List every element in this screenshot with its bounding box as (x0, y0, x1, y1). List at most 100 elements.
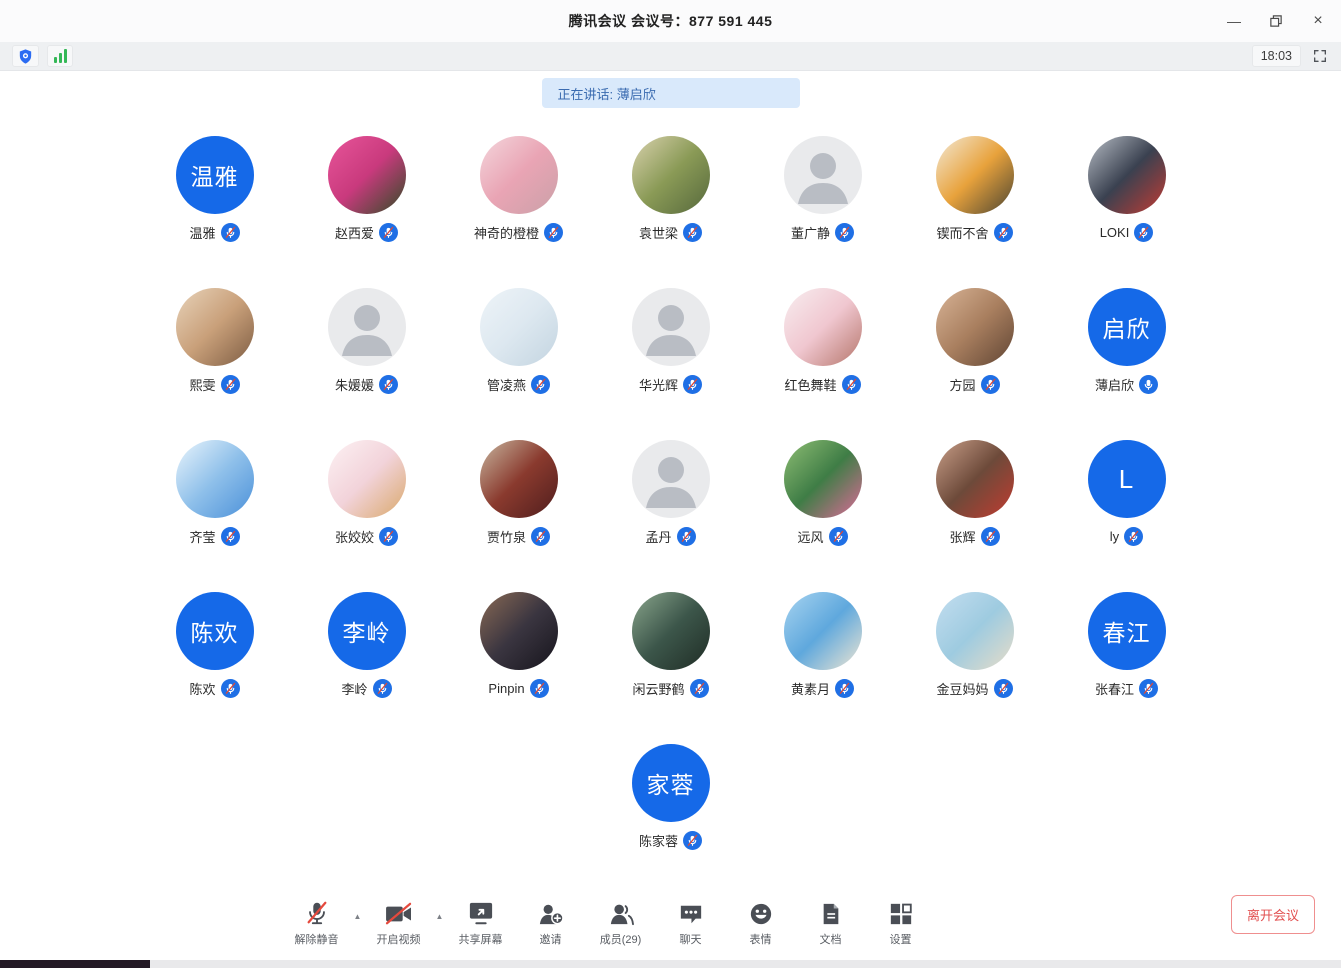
participant-tile[interactable]: 李岭李岭 (291, 592, 443, 698)
participant-tile[interactable]: 陈欢陈欢 (139, 592, 291, 698)
participant-name-row: 赵西爱 (335, 222, 398, 242)
network-quality-chip[interactable] (47, 45, 73, 67)
participant-name-row: 红色舞鞋 (784, 374, 860, 394)
participant-tile[interactable]: Pinpin (443, 592, 595, 698)
participant-row: 温雅温雅赵西爱神奇的橙橙袁世梁董广静锲而不舍LOKI (0, 136, 1341, 242)
participant-grid: 温雅温雅赵西爱神奇的橙橙袁世梁董广静锲而不舍LOKI熙雯朱媛媛管凌燕华光辉红色舞… (0, 136, 1341, 850)
participant-tile[interactable]: LOKI (1051, 136, 1203, 242)
participant-name-row: 朱媛媛 (335, 374, 398, 394)
meeting-health-chip[interactable] (12, 45, 39, 67)
avatar-photo (784, 592, 862, 670)
toolbar-docs-button[interactable]: 文档 (801, 898, 861, 947)
participant-tile[interactable]: 贾竹泉 (443, 440, 595, 546)
participant-tile[interactable]: 黄素月 (747, 592, 899, 698)
mic-muted-icon (1124, 527, 1143, 546)
avatar-initials: 春江 (1088, 592, 1166, 670)
participant-name-row: 远风 (797, 526, 847, 546)
participant-tile[interactable]: 张辉 (899, 440, 1051, 546)
participant-tile[interactable]: 方园 (899, 288, 1051, 394)
avatar-photo (936, 440, 1014, 518)
members-icon (608, 898, 634, 926)
participant-tile[interactable]: 朱媛媛 (291, 288, 443, 394)
toolbar-emoji-button[interactable]: 表情 (731, 898, 791, 947)
participant-name: 齐莹 (189, 527, 215, 546)
meeting-toolbar-area: 解除静音 ▲ 开启视频 ▲ 共享屏幕 邀请成员(29)聊天表情 文档设置 离开会议 (0, 898, 1341, 954)
participant-name: 华光辉 (639, 375, 678, 394)
participant-name: 黄素月 (791, 679, 830, 698)
participant-name: 李岭 (341, 679, 367, 698)
participant-tile[interactable]: 启欣薄启欣 (1051, 288, 1203, 394)
participant-name-row: 神奇的橙橙 (474, 222, 563, 242)
participant-tile[interactable]: 管凌燕 (443, 288, 595, 394)
toolbar-start-video-button[interactable]: 开启视频 (369, 898, 429, 947)
participant-tile[interactable]: 张姣姣 (291, 440, 443, 546)
participant-tile[interactable]: 红色舞鞋 (747, 288, 899, 394)
participant-tile[interactable]: 华光辉 (595, 288, 747, 394)
toolbar-invite-button[interactable]: 邀请 (521, 898, 581, 947)
participant-tile[interactable]: 孟丹 (595, 440, 747, 546)
participant-name-row: 温雅 (189, 222, 239, 242)
avatar-initials: 启欣 (1088, 288, 1166, 366)
avatar-photo (176, 440, 254, 518)
participant-tile[interactable]: 赵西爱 (291, 136, 443, 242)
unmute-options-caret-icon[interactable]: ▲ (352, 912, 364, 921)
participant-name-row: 闲云野鹤 (632, 678, 708, 698)
window-controls: — × (1225, 0, 1327, 42)
toolbar-unmute-button[interactable]: 解除静音 (287, 898, 347, 947)
participant-name: 管凌燕 (487, 375, 526, 394)
participant-name-row: ly (1110, 526, 1143, 546)
mic-muted-icon (221, 223, 240, 242)
mic-muted-icon (221, 527, 240, 546)
toolbar-settings-button[interactable]: 设置 (871, 898, 931, 947)
avatar-photo (784, 440, 862, 518)
toolbar-members-button[interactable]: 成员(29) (591, 898, 651, 947)
participant-tile[interactable]: 温雅温雅 (139, 136, 291, 242)
participant-name: 张辉 (949, 527, 975, 546)
participant-tile[interactable]: 闲云野鹤 (595, 592, 747, 698)
toolbar-chat-button[interactable]: 聊天 (661, 898, 721, 947)
participant-tile[interactable]: 神奇的橙橙 (443, 136, 595, 242)
participant-tile[interactable]: 熙雯 (139, 288, 291, 394)
invite-icon (537, 898, 564, 926)
mic-muted-icon (683, 831, 702, 850)
toolbar-item-label: 设置 (890, 931, 912, 947)
toolbar-item-label: 共享屏幕 (459, 931, 503, 947)
mic-muted-icon (683, 223, 702, 242)
restore-button[interactable] (1267, 12, 1285, 30)
participant-tile[interactable]: 董广静 (747, 136, 899, 242)
avatar-initials: 家蓉 (632, 744, 710, 822)
window-titlebar: 腾讯会议 会议号：877 591 445 — × (0, 0, 1341, 42)
fullscreen-icon (1312, 48, 1328, 64)
participant-name: 袁世梁 (639, 223, 678, 242)
close-button[interactable]: × (1309, 12, 1327, 30)
toolbar-share-screen-button[interactable]: 共享屏幕 (451, 898, 511, 947)
participant-tile[interactable]: 春江张春江 (1051, 592, 1203, 698)
participant-tile[interactable]: 远风 (747, 440, 899, 546)
participant-tile[interactable]: Lly (1051, 440, 1203, 546)
participant-row: 陈欢陈欢李岭李岭Pinpin闲云野鹤黄素月金豆妈妈春江张春江 (0, 592, 1341, 698)
avatar-photo (1088, 136, 1166, 214)
mic-muted-icon (379, 375, 398, 394)
start-video-options-caret-icon[interactable]: ▲ (434, 912, 446, 921)
participant-tile[interactable]: 金豆妈妈 (899, 592, 1051, 698)
avatar-initials: 李岭 (328, 592, 406, 670)
fullscreen-button[interactable] (1311, 47, 1329, 65)
avatar-photo (480, 592, 558, 670)
background-window-edge-dark (0, 960, 150, 968)
participant-name: 神奇的橙橙 (474, 223, 539, 242)
mic-muted-icon (221, 679, 240, 698)
participant-name: 张姣姣 (335, 527, 374, 546)
participant-tile[interactable]: 袁世梁 (595, 136, 747, 242)
participant-tile[interactable]: 锲而不舍 (899, 136, 1051, 242)
avatar-initials: L (1088, 440, 1166, 518)
avatar-initials: 温雅 (176, 136, 254, 214)
avatar-default-silhouette (328, 288, 406, 366)
share-screen-icon (468, 898, 494, 926)
participant-row: 家蓉陈家蓉 (0, 744, 1341, 850)
participant-tile[interactable]: 家蓉陈家蓉 (595, 744, 747, 850)
minimize-button[interactable]: — (1225, 12, 1243, 30)
leave-meeting-button[interactable]: 离开会议 (1231, 895, 1315, 934)
toolbar-item-label: 表情 (750, 931, 772, 947)
participant-name-row: 李岭 (341, 678, 391, 698)
participant-tile[interactable]: 齐莹 (139, 440, 291, 546)
